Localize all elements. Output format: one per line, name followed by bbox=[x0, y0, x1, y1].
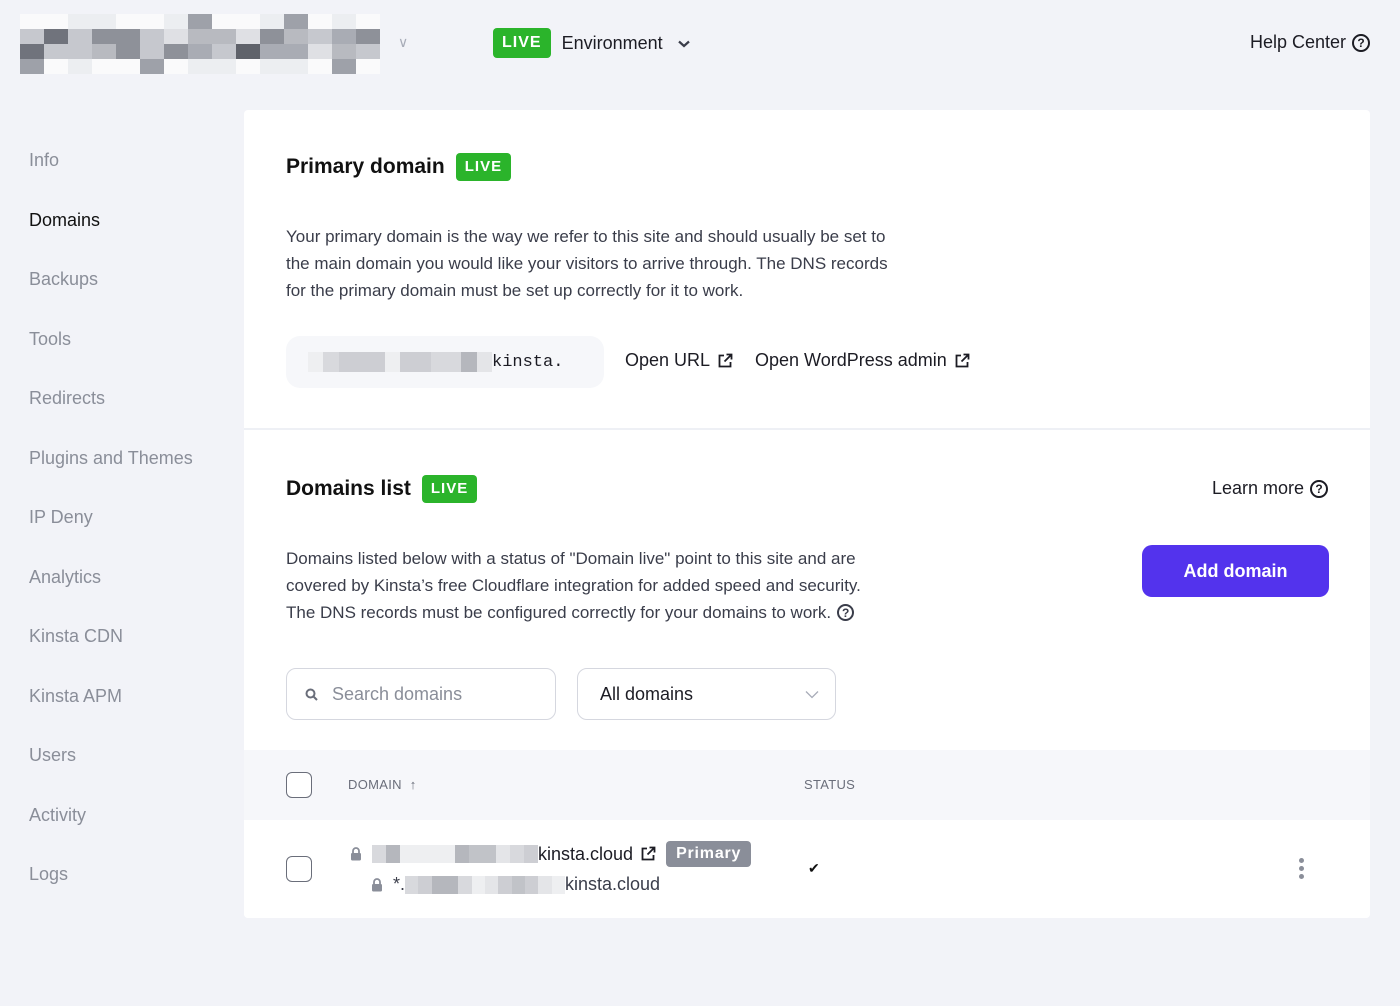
sidebar-item-tools[interactable]: Tools bbox=[29, 319, 193, 379]
sidebar-item-analytics[interactable]: Analytics bbox=[29, 557, 193, 617]
sidebar-item-logs[interactable]: Logs bbox=[29, 854, 193, 914]
question-icon[interactable]: ? bbox=[837, 604, 855, 621]
open-wordpress-admin-link[interactable]: Open WordPress admin bbox=[755, 350, 970, 371]
external-link-icon bbox=[955, 353, 970, 367]
description-line: The DNS records must be configured corre… bbox=[286, 599, 861, 626]
environment-label: Environment bbox=[561, 32, 663, 53]
chevron-down-icon bbox=[805, 690, 819, 698]
lock-icon bbox=[351, 847, 361, 861]
external-link-icon bbox=[718, 353, 733, 367]
domains-list-description: Domains listed below with a status of "D… bbox=[286, 545, 861, 626]
question-icon: ? bbox=[1352, 33, 1370, 52]
sidebar-item-users[interactable]: Users bbox=[29, 735, 193, 795]
wildcard-domain-entry: *. kinsta.cloud bbox=[371, 874, 660, 895]
column-header-status: STATUS bbox=[804, 777, 856, 792]
domain-filter-select[interactable]: All domains bbox=[577, 668, 836, 720]
live-badge: LIVE bbox=[493, 28, 551, 58]
sidebar-item-backups[interactable]: Backups bbox=[29, 259, 193, 319]
learn-more-link[interactable]: Learn more ? bbox=[1212, 478, 1328, 499]
row-checkbox[interactable] bbox=[286, 856, 312, 882]
sidebar-item-domains[interactable]: Domains bbox=[29, 200, 193, 260]
site-chevron-icon[interactable]: ∨ bbox=[398, 34, 408, 51]
learn-more-label: Learn more bbox=[1211, 478, 1304, 498]
environment-selector[interactable]: LIVE Environment bbox=[493, 28, 690, 58]
primary-domain-description: Your primary domain is the way we refer … bbox=[286, 223, 888, 304]
sidebar-item-plugins-and-themes[interactable]: Plugins and Themes bbox=[29, 438, 193, 498]
domain-suffix: kinsta.cloud bbox=[538, 843, 634, 864]
column-header-domain[interactable]: DOMAIN ↑ bbox=[348, 777, 417, 792]
site-selector[interactable] bbox=[20, 14, 406, 74]
help-center-link[interactable]: Help Center ? bbox=[1250, 32, 1370, 53]
redacted-domain bbox=[308, 352, 492, 372]
sidebar-item-kinsta-cdn[interactable]: Kinsta CDN bbox=[29, 616, 193, 676]
chevron-down-icon bbox=[677, 36, 690, 51]
open-wp-admin-label: Open WordPress admin bbox=[755, 350, 947, 370]
select-all-checkbox[interactable] bbox=[286, 772, 312, 798]
description-line: the main domain you would like your visi… bbox=[286, 254, 888, 273]
redacted-domain bbox=[372, 845, 538, 863]
primary-domain-section: Primary domain LIVE Your primary domain … bbox=[244, 110, 1370, 430]
open-url-link[interactable]: Open URL bbox=[625, 350, 733, 371]
help-center-label: Help Center bbox=[1249, 32, 1346, 52]
external-link-icon[interactable] bbox=[640, 846, 656, 862]
description-line: Domains listed below with a status of "D… bbox=[286, 549, 856, 568]
sidebar-item-ip-deny[interactable]: IP Deny bbox=[29, 497, 193, 557]
redacted-domain bbox=[405, 875, 565, 894]
sort-ascending-icon: ↑ bbox=[409, 777, 417, 792]
primary-domain-title: Primary domain bbox=[286, 155, 445, 178]
domain-filter-value: All domains bbox=[600, 683, 694, 704]
status-check-icon: ✔ bbox=[808, 860, 820, 876]
redacted-site-name bbox=[20, 14, 380, 74]
lock-icon bbox=[372, 877, 382, 891]
description-line: Your primary domain is the way we refer … bbox=[286, 227, 886, 246]
search-domains-input[interactable] bbox=[332, 683, 532, 705]
wildcard-suffix: kinsta.cloud bbox=[565, 874, 661, 894]
search-icon bbox=[305, 688, 318, 701]
row-actions-menu-icon[interactable] bbox=[1299, 858, 1304, 879]
primary-domain-suffix: kinsta. bbox=[492, 352, 564, 372]
question-icon: ? bbox=[1310, 479, 1328, 498]
table-row: kinsta.cloud Primary *. kinsta.cloud ✔ bbox=[244, 820, 1370, 918]
live-badge: LIVE bbox=[455, 153, 512, 181]
sidebar-item-kinsta-apm[interactable]: Kinsta APM bbox=[29, 676, 193, 736]
sidebar-nav: Info Domains Backups Tools Redirects Plu… bbox=[29, 140, 193, 914]
search-domains-field[interactable] bbox=[286, 668, 556, 720]
primary-badge: Primary bbox=[666, 841, 752, 867]
live-badge: LIVE bbox=[421, 475, 478, 503]
open-url-label: Open URL bbox=[625, 350, 711, 370]
domains-list-header: Domains list LIVE bbox=[286, 475, 478, 503]
primary-domain-header: Primary domain LIVE bbox=[286, 153, 512, 181]
primary-domain-field: kinsta. bbox=[286, 336, 604, 388]
description-line: for the primary domain must be set up co… bbox=[286, 281, 744, 300]
add-domain-button[interactable]: Add domain bbox=[1142, 545, 1329, 597]
domain-entry: kinsta.cloud Primary bbox=[350, 841, 752, 867]
description-line: covered by Kinsta’s free Cloudflare inte… bbox=[286, 576, 861, 595]
wildcard-prefix: *. bbox=[393, 874, 406, 894]
description-text: The DNS records must be configured corre… bbox=[286, 603, 832, 622]
sidebar-item-redirects[interactable]: Redirects bbox=[29, 378, 193, 438]
domains-list-title: Domains list bbox=[286, 477, 411, 500]
table-header: DOMAIN ↑ STATUS bbox=[244, 750, 1370, 820]
domains-card: Primary domain LIVE Your primary domain … bbox=[244, 110, 1370, 918]
sidebar-item-activity[interactable]: Activity bbox=[29, 795, 193, 855]
sidebar-item-info[interactable]: Info bbox=[29, 140, 193, 200]
column-label: DOMAIN bbox=[348, 777, 402, 792]
